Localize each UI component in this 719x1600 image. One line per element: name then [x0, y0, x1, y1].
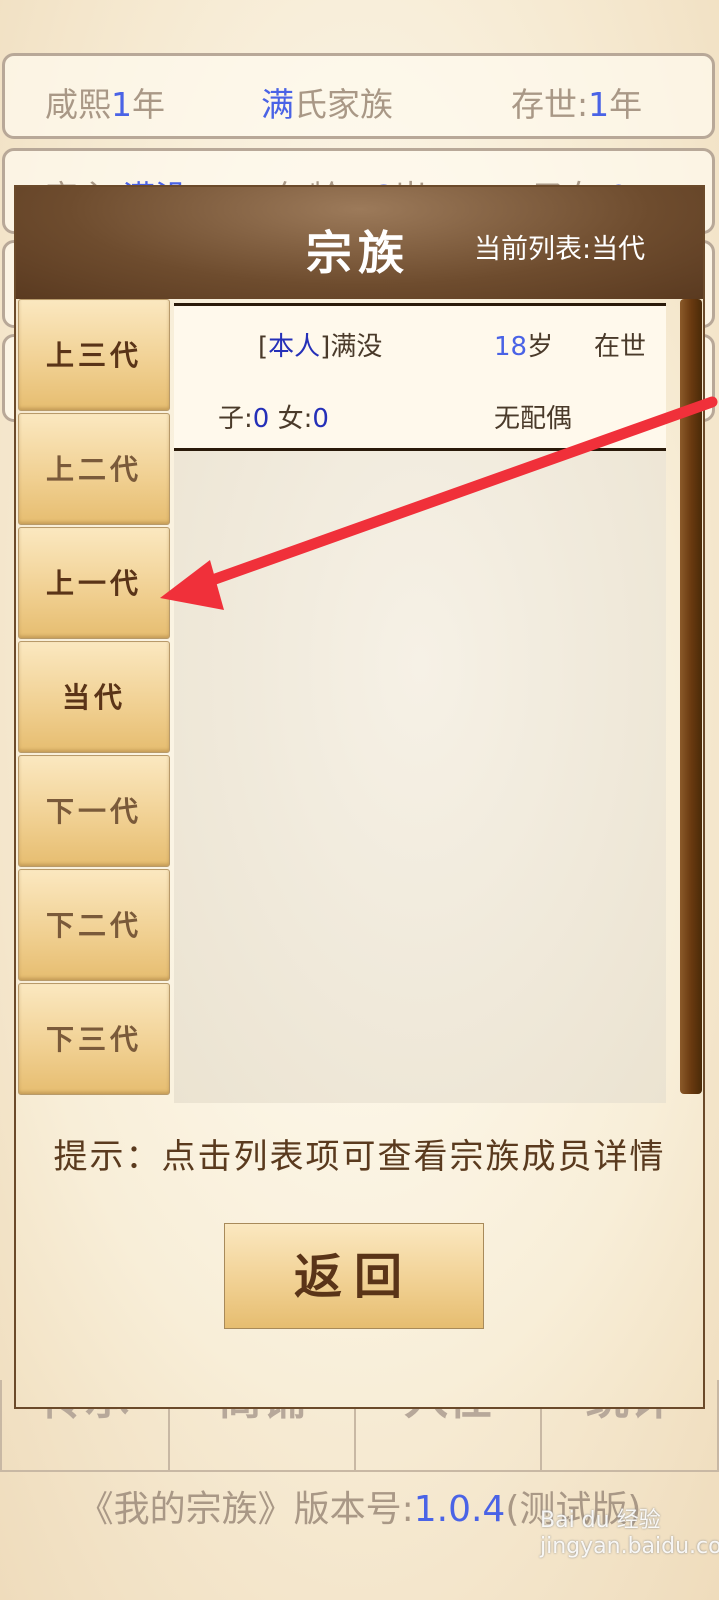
annotation-arrow-icon: [160, 396, 718, 610]
